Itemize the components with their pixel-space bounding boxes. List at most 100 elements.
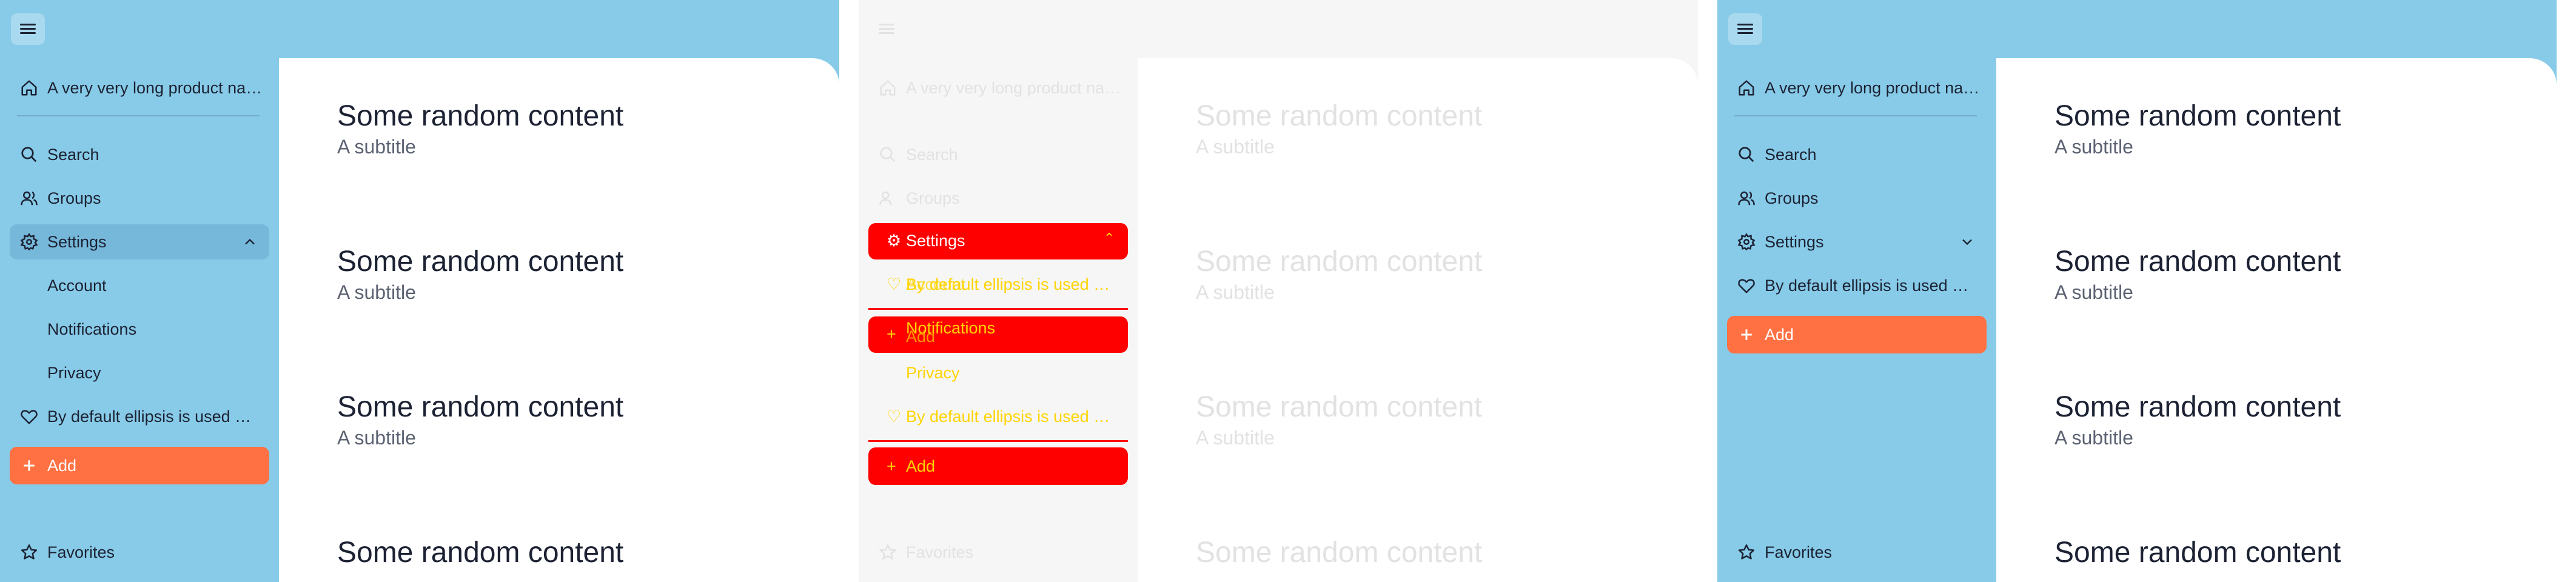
layout-expanded-panel: A very very long product name Search Gro… bbox=[0, 0, 839, 582]
overlay-add-label: Add bbox=[906, 457, 936, 475]
chevron-up-icon: ⌃ bbox=[1104, 230, 1115, 246]
users-icon bbox=[1737, 189, 1756, 208]
home-icon bbox=[878, 78, 897, 98]
star-icon bbox=[19, 543, 39, 562]
content-subtitle: A subtitle bbox=[2054, 136, 2133, 158]
content-title: Some random content bbox=[2054, 100, 2341, 132]
hamburger-icon bbox=[20, 24, 36, 35]
overlay-divider bbox=[868, 308, 1128, 310]
home-icon bbox=[1737, 78, 1756, 98]
product-home-link[interactable]: A very very long product name bbox=[10, 70, 269, 105]
sidebar-item-privacy[interactable]: Privacy bbox=[10, 355, 269, 390]
add-button[interactable]: Add bbox=[1727, 316, 1987, 353]
content-block: Some random content A subtitle bbox=[337, 98, 623, 159]
content-title: Some random content bbox=[2054, 246, 2341, 278]
overlay-add-label: Add bbox=[906, 327, 936, 346]
sidebar-item-search[interactable]: Search bbox=[10, 137, 269, 172]
sidebar-item-favorites[interactable]: Favorites bbox=[868, 535, 1128, 570]
menu-toggle-button[interactable] bbox=[870, 13, 904, 45]
plus-icon bbox=[19, 456, 39, 475]
hamburger-icon bbox=[879, 24, 894, 35]
sidebar-item-groups[interactable]: Groups bbox=[10, 181, 269, 216]
content-block: Some random content A subtitle bbox=[1196, 389, 1482, 450]
chevron-down-icon bbox=[1962, 239, 1972, 246]
content-block: Some random content A subtitle bbox=[2054, 389, 2341, 450]
sidebar-item-label: Favorites bbox=[1765, 543, 1833, 561]
content-subtitle: A subtitle bbox=[2054, 281, 2133, 303]
overlay-settings-label: Settings bbox=[906, 232, 965, 250]
sidebar-divider bbox=[1734, 115, 1977, 116]
main-content: Some random content A subtitle Some rand… bbox=[1996, 58, 2557, 582]
star-icon bbox=[878, 543, 897, 562]
layout-overlay-panel: A very very long product name Search Gro… bbox=[859, 0, 1698, 582]
content-title: Some random content bbox=[2054, 537, 2341, 569]
content-subtitle: A subtitle bbox=[1196, 281, 1275, 303]
sidebar-item-search[interactable]: Search bbox=[1727, 137, 1987, 172]
sidebar-item-settings[interactable]: Settings bbox=[1727, 224, 1987, 259]
heart-icon: ♡ bbox=[887, 275, 902, 293]
hamburger-icon bbox=[1737, 24, 1753, 35]
search-icon bbox=[878, 145, 897, 164]
overlay-long-label: By default ellipsis is used but you can bbox=[906, 407, 1112, 426]
plus-icon bbox=[1737, 325, 1756, 344]
gear-icon bbox=[19, 232, 39, 252]
content-block: Some random content A subtitle bbox=[2054, 98, 2341, 159]
sidebar-item-label: Account bbox=[47, 276, 107, 295]
content-title: Some random content bbox=[337, 537, 624, 569]
sidebar-item-account[interactable]: Account bbox=[10, 268, 269, 303]
content-title: Some random content bbox=[1196, 391, 1483, 423]
sidebar-item-label: Groups bbox=[47, 189, 101, 207]
product-name: A very very long product name bbox=[47, 78, 266, 97]
sidebar-item-settings[interactable]: Settings bbox=[10, 224, 269, 259]
sidebar-item-search[interactable]: Search bbox=[868, 137, 1128, 172]
sidebar-item-label: Groups bbox=[1765, 189, 1819, 207]
sidebar-item-label: Search bbox=[1765, 145, 1817, 164]
overlay-divider bbox=[868, 440, 1128, 442]
product-name: A very very long product name bbox=[1765, 78, 1983, 97]
sidebar-item-label: By default ellipsis is used but you can bbox=[1765, 276, 1972, 295]
content-block: Some random content bbox=[1196, 535, 1482, 571]
sidebar-item-favorites[interactable]: Favorites bbox=[10, 535, 269, 570]
sidebar: A very very long product name Search Gro… bbox=[0, 0, 279, 582]
sidebar: A very very long product name Search Gro… bbox=[1717, 0, 1996, 582]
sidebar-item-groups[interactable]: Groups bbox=[868, 181, 1128, 216]
content-title: Some random content bbox=[337, 391, 624, 423]
menu-toggle-button[interactable] bbox=[11, 13, 45, 45]
content-title: Some random content bbox=[337, 246, 624, 278]
add-button[interactable]: Add bbox=[10, 447, 269, 484]
content-title: Some random content bbox=[2054, 391, 2341, 423]
sidebar-item-long-label[interactable]: By default ellipsis is used but you can bbox=[10, 399, 269, 434]
content-subtitle: A subtitle bbox=[2054, 427, 2133, 449]
content-block: Some random content bbox=[337, 535, 623, 571]
content-block: Some random content A subtitle bbox=[1196, 244, 1482, 304]
content-subtitle: A subtitle bbox=[1196, 136, 1275, 158]
sidebar-item-long-label[interactable]: By default ellipsis is used but you can bbox=[1727, 268, 1987, 303]
content-subtitle: A subtitle bbox=[1196, 427, 1275, 449]
sidebar-item-notifications[interactable]: Notifications bbox=[10, 312, 269, 347]
sidebar-item-label: Search bbox=[906, 145, 958, 164]
content-block: Some random content A subtitle bbox=[1196, 98, 1482, 159]
content-title: Some random content bbox=[337, 100, 624, 132]
content-block: Some random content A subtitle bbox=[337, 244, 623, 304]
gear-icon bbox=[1737, 232, 1756, 252]
add-button-label: Add bbox=[1765, 325, 1794, 344]
heart-icon bbox=[19, 407, 39, 426]
overlay-privacy-label: Privacy bbox=[906, 364, 960, 382]
sidebar-item-label: Favorites bbox=[906, 543, 974, 561]
layout-collapsed-panel: A very very long product name Search Gro… bbox=[1717, 0, 2557, 582]
search-icon bbox=[19, 145, 39, 164]
sidebar-item-favorites[interactable]: Favorites bbox=[1727, 535, 1987, 570]
sidebar-item-label: Settings bbox=[1765, 232, 1824, 251]
product-home-link[interactable]: A very very long product name bbox=[1727, 70, 1987, 105]
heart-icon bbox=[1737, 276, 1756, 295]
content-title: Some random content bbox=[1196, 100, 1483, 132]
plus-icon: + bbox=[887, 457, 896, 475]
main-content: Some random content A subtitle Some rand… bbox=[279, 58, 839, 582]
sidebar-item-label: Search bbox=[47, 145, 99, 164]
content-subtitle: A subtitle bbox=[337, 281, 416, 303]
product-home-link[interactable]: A very very long product name bbox=[868, 70, 1128, 105]
sidebar-item-label: Notifications bbox=[47, 319, 137, 338]
users-icon bbox=[19, 189, 39, 208]
sidebar-item-groups[interactable]: Groups bbox=[1727, 181, 1987, 216]
menu-toggle-button[interactable] bbox=[1728, 13, 1762, 45]
